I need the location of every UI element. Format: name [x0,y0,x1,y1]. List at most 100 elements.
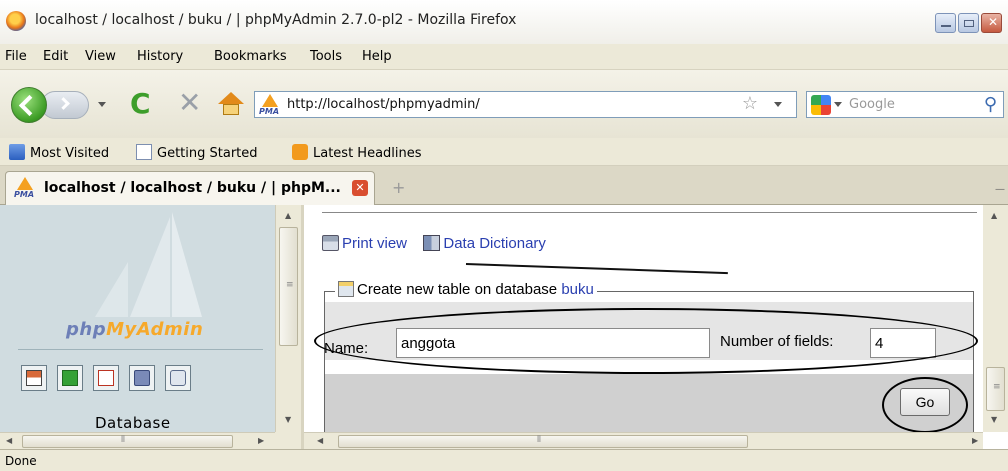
scroll-left-icon[interactable]: ◀ [317,436,323,445]
scroll-right-icon[interactable]: ▶ [972,436,978,445]
exit-link[interactable] [57,365,83,391]
scroll-down-icon[interactable]: ▼ [991,415,997,424]
scroll-thumb[interactable]: ≡ [986,367,1005,411]
tab-scroll-icon[interactable]: — [995,184,1005,195]
logo-my: My [106,319,137,340]
most-visited-icon [9,144,25,160]
sql-docs-icon [170,370,186,386]
left-vertical-scrollbar[interactable]: ▲ ≡ ▼ [275,205,301,432]
page-links: Print view Data Dictionary [322,235,546,252]
search-bar[interactable]: Google ⚲ [806,91,1004,118]
tab-title: localhost / localhost / buku / | phpM... [44,180,341,196]
reload-button[interactable]: C [130,90,151,118]
back-button[interactable] [11,87,47,123]
logo-sail-icon [130,217,170,317]
main-vertical-scrollbar[interactable]: ▲ ≡ ▼ [983,205,1008,432]
create-table-legend: Create new table on database buku [335,281,597,298]
scroll-up-icon[interactable]: ▲ [285,211,291,220]
new-tab-icon[interactable]: + [392,178,405,197]
annotation-line [465,263,728,275]
bookmark-star-icon[interactable]: ☆ [742,93,758,114]
print-icon [322,235,339,251]
search-icon[interactable]: ⚲ [984,94,997,115]
logo-text: phpMyAdmin [66,319,203,340]
minimize-button[interactable] [935,13,956,33]
new-table-icon [338,281,354,297]
left-horizontal-scrollbar[interactable]: ◀ ⦀ ▶ [0,432,275,449]
menu-history[interactable]: History [137,49,183,64]
google-icon[interactable] [811,95,831,115]
phpmyadmin-logo[interactable]: phpMyAdmin [20,212,260,347]
bookmark-getting-started[interactable]: Getting Started [136,144,258,161]
scroll-down-icon[interactable]: ▼ [285,415,291,424]
stop-button[interactable]: ✕ [178,89,201,117]
bookmark-label: Most Visited [30,146,110,161]
close-button[interactable]: ✕ [981,13,1002,33]
scroll-thumb[interactable]: ⦀ [22,435,233,448]
bookmark-label: Latest Headlines [313,146,422,161]
address-bar[interactable]: PMA http://localhost/phpmyadmin/ ☆ [254,91,797,118]
forward-arrow-icon [57,97,70,110]
quick-icons [21,365,191,391]
bookmarks-toolbar: Most Visited Getting Started Latest Head… [0,138,1008,166]
divider [322,212,977,213]
menu-bookmarks[interactable]: Bookmarks [214,49,287,64]
print-view-link[interactable]: Print view [342,235,407,252]
create-table-text: Create new table on database [357,281,558,298]
sql-icon [98,370,114,386]
annotation-ellipse [314,308,978,374]
tab-bar: PMA localhost / localhost / buku / | php… [0,166,1008,205]
tab-phpmyadmin[interactable]: PMA localhost / localhost / buku / | php… [5,171,375,205]
dictionary-icon [423,235,441,251]
search-placeholder[interactable]: Google [849,97,895,112]
history-dropdown-icon[interactable] [98,102,106,107]
page-icon [136,144,152,160]
home-link[interactable] [21,365,47,391]
menu-help[interactable]: Help [362,49,392,64]
search-engine-dropdown-icon[interactable] [834,102,842,107]
scroll-up-icon[interactable]: ▲ [991,211,997,220]
help-icon [134,370,150,386]
menu-edit[interactable]: Edit [43,49,68,64]
menu-view[interactable]: View [85,49,116,64]
scroll-right-icon[interactable]: ▶ [258,436,264,445]
main-horizontal-scrollbar[interactable]: ◀ ⦀ ▶ [304,432,983,449]
scroll-thumb[interactable]: ≡ [279,227,298,346]
url-text[interactable]: http://localhost/phpmyadmin/ [287,97,480,112]
status-text: Done [5,454,37,468]
forward-button[interactable] [41,91,89,119]
maximize-button[interactable] [958,13,979,33]
sql-query-link[interactable] [93,365,119,391]
home-icon [26,370,42,386]
scroll-thumb[interactable]: ⦀ [338,435,748,448]
rss-icon [292,144,308,160]
logo-sail-icon [172,212,202,317]
sql-docs-link[interactable] [165,365,191,391]
close-tab-icon[interactable]: ✕ [352,180,368,196]
url-dropdown-icon[interactable] [774,102,782,107]
scroll-left-icon[interactable]: ◀ [6,436,12,445]
home-button[interactable] [218,92,244,116]
home-body-icon [223,104,239,115]
database-link[interactable]: buku [561,281,594,298]
navigation-toolbar: C ✕ PMA http://localhost/phpmyadmin/ ☆ G… [0,70,1008,138]
logo-php: php [66,319,107,340]
documentation-link[interactable] [129,365,155,391]
form-footer [325,374,973,438]
menu-tools[interactable]: Tools [310,49,342,64]
main-frame: Print view Data Dictionary Create new ta… [301,205,1008,449]
maximize-icon [964,20,974,27]
minimize-icon [941,25,951,27]
page-content: phpMyAdmin Database ▲ ≡ ▼ ◀ ⦀ ▶ Print vi… [0,205,1008,449]
divider [18,349,263,350]
window-controls: ✕ [935,13,1002,33]
database-label: Database [95,414,171,432]
scroll-corner [275,432,301,449]
menu-bar: File Edit View History Bookmarks Tools H… [0,44,1008,70]
logo-admin: Admin [136,319,204,340]
close-icon: ✕ [988,15,999,29]
menu-file[interactable]: File [5,49,27,64]
data-dictionary-link[interactable]: Data Dictionary [443,235,546,252]
bookmark-latest-headlines[interactable]: Latest Headlines [292,144,422,161]
bookmark-most-visited[interactable]: Most Visited [9,144,109,161]
